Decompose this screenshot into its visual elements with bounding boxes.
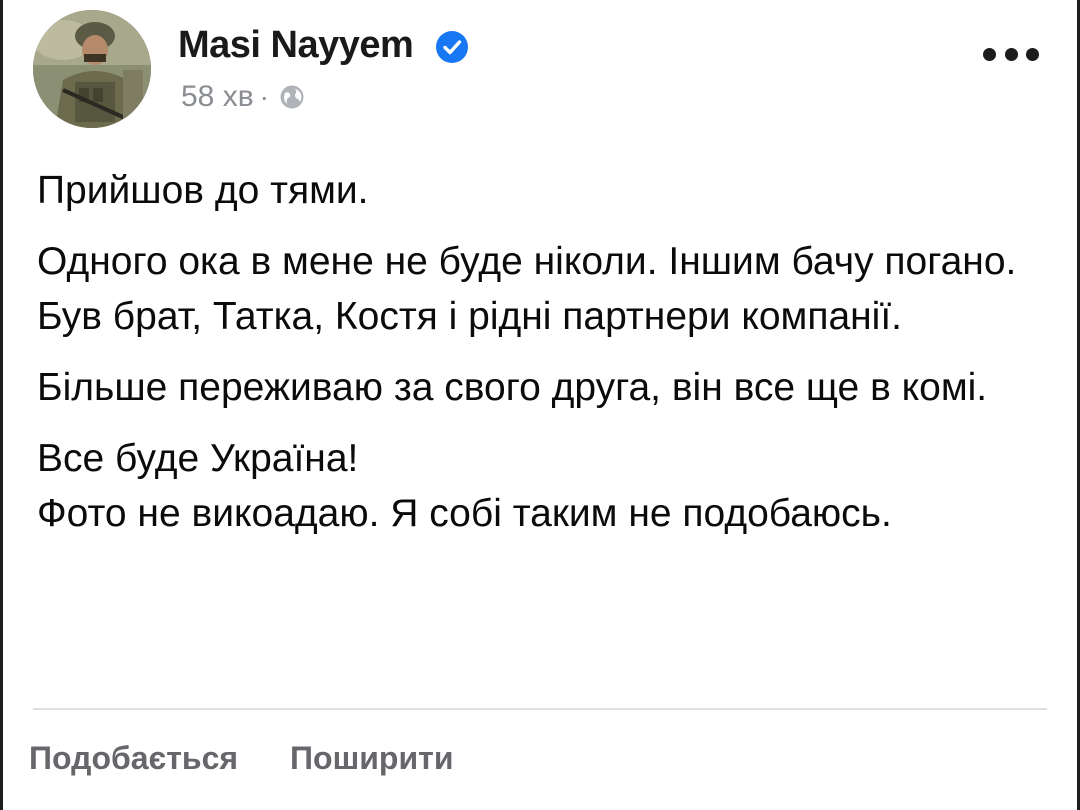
more-dot <box>983 47 996 61</box>
globe-icon[interactable] <box>279 84 305 110</box>
more-dot <box>1026 47 1039 61</box>
share-button[interactable]: Поширити <box>290 740 453 777</box>
more-dot <box>1004 47 1018 61</box>
verified-badge-icon <box>436 31 468 63</box>
post-actions: Подобається Поширити <box>29 740 453 777</box>
facebook-post: Masi Nayyem 58 хв · Прийшов до тями. Одн… <box>0 0 1080 810</box>
post-paragraph: Фото не викоадаю. Я собі таким не подоба… <box>37 492 892 535</box>
post-time[interactable]: 58 хв <box>181 80 254 114</box>
post-meta: 58 хв · <box>181 80 305 114</box>
like-button[interactable]: Подобається <box>29 740 238 777</box>
post-paragraph: Все буде Україна! <box>37 437 359 480</box>
author-avatar[interactable] <box>33 10 151 128</box>
post-paragraph: Більше переживаю за свого друга, він все… <box>37 366 988 409</box>
post-paragraph: Одного ока в мене не буде ніколи. Іншим … <box>37 240 1017 338</box>
author-name[interactable]: Masi Nayyem <box>178 24 414 67</box>
more-options-icon[interactable] <box>983 42 1039 66</box>
post-paragraph: Прийшов до тями. <box>37 169 369 212</box>
action-divider <box>33 708 1047 710</box>
avatar-image <box>33 10 151 128</box>
post-text: Прийшов до тями. Одного ока в мене не бу… <box>37 163 1047 541</box>
meta-separator: · <box>259 81 269 112</box>
